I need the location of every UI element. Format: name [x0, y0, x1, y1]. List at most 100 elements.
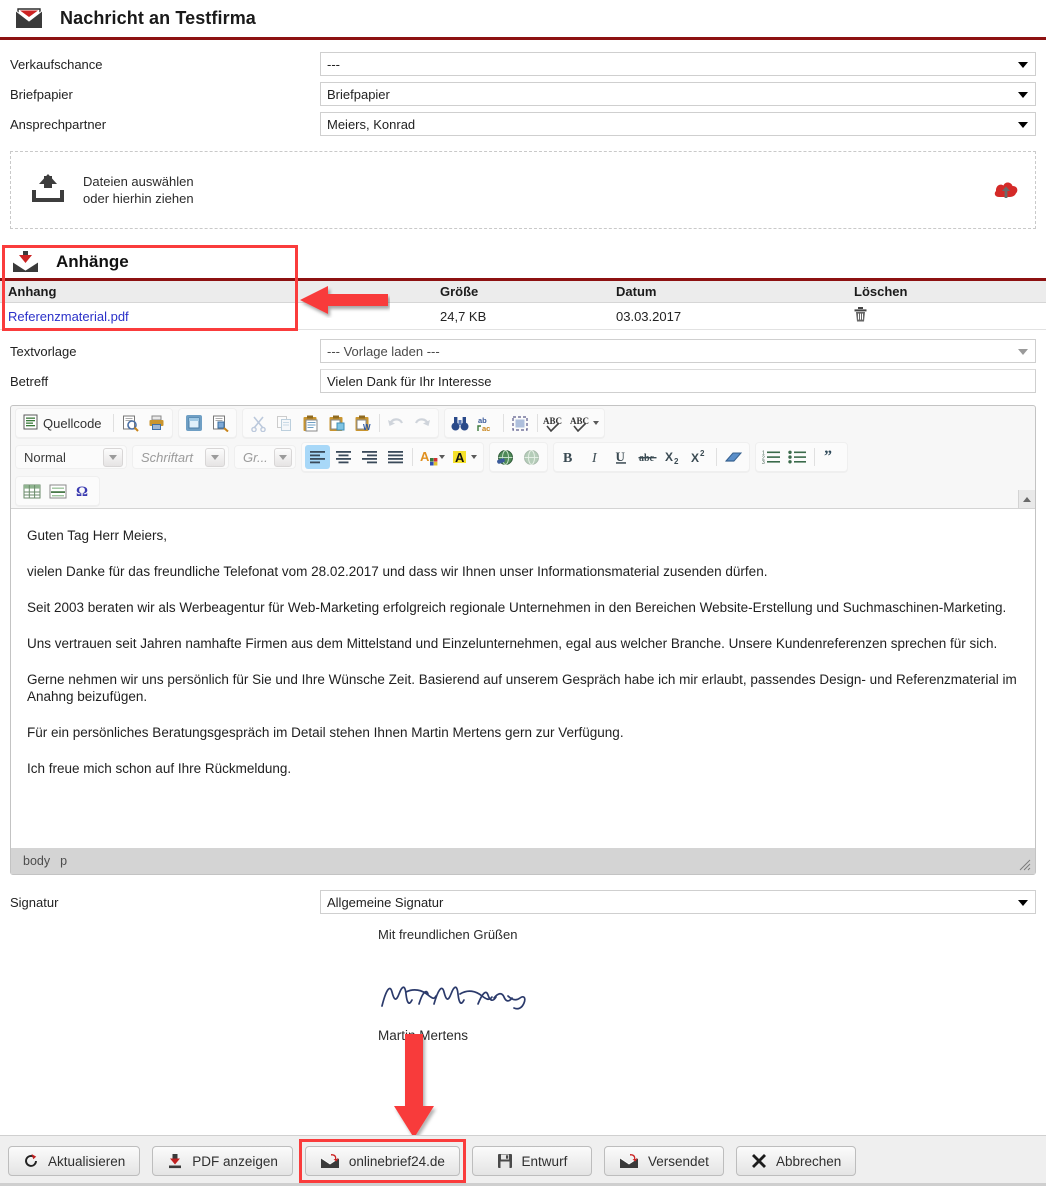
- subject-input[interactable]: Vielen Dank für Ihr Interesse: [320, 369, 1036, 393]
- toolbar-divider: [112, 414, 114, 432]
- select-briefpapier[interactable]: Briefpapier: [320, 82, 1036, 106]
- signature-section: Signatur Allgemeine Signatur Mit freundl…: [0, 887, 1046, 1043]
- cancel-button[interactable]: Abbrechen: [735, 1146, 857, 1176]
- underline-button[interactable]: U: [609, 445, 634, 469]
- svg-text:2: 2: [674, 457, 679, 465]
- sent-button[interactable]: Versendet: [603, 1146, 724, 1176]
- special-character-button[interactable]: Ω: [71, 479, 96, 503]
- horizontal-rule-button[interactable]: [45, 479, 70, 503]
- editor-toolbar-row-1: Quellcode W ab ac ABC ABC: [11, 406, 1035, 440]
- attachment-name-cell: Referenzmaterial.pdf: [0, 302, 432, 330]
- show-pdf-button[interactable]: PDF anzeigen: [152, 1146, 293, 1176]
- bulleted-list-button[interactable]: [785, 445, 810, 469]
- doc-properties-icon: [212, 415, 229, 432]
- underline-icon: U: [614, 449, 629, 465]
- draft-button[interactable]: Entwurf: [471, 1146, 592, 1176]
- source-button-label: Quellcode: [43, 415, 102, 431]
- unlink-button[interactable]: [519, 445, 544, 469]
- cut-button[interactable]: [246, 411, 271, 435]
- select-all-button[interactable]: [508, 411, 533, 435]
- subscript-button[interactable]: X2: [661, 445, 686, 469]
- redo-button[interactable]: [410, 411, 435, 435]
- editor-scroll-up-button[interactable]: [1018, 490, 1035, 508]
- svg-text:X: X: [691, 451, 699, 465]
- font-size-select[interactable]: Gr...: [234, 445, 296, 469]
- paste-word-button[interactable]: W: [350, 411, 375, 435]
- replace-button[interactable]: ab ac: [474, 411, 499, 435]
- select-all-icon: [511, 415, 529, 432]
- select-ansprechpartner[interactable]: Meiers, Konrad: [320, 112, 1036, 136]
- open-envelope-icon: [14, 7, 44, 31]
- font-family-select[interactable]: Schriftart: [132, 445, 229, 469]
- label-textvorlage: Textvorlage: [10, 343, 77, 359]
- bold-icon: B: [562, 449, 577, 466]
- source-button[interactable]: Quellcode: [19, 411, 109, 435]
- editor-toolbar-row-3: Ω: [11, 474, 1035, 508]
- strikethrough-icon: abc: [638, 449, 657, 465]
- refresh-arrow-icon: [23, 1153, 39, 1169]
- align-center-button[interactable]: [331, 445, 356, 469]
- editor-element-path: body p: [11, 848, 1035, 874]
- paste-button[interactable]: [298, 411, 323, 435]
- form-row-signatur: Signatur Allgemeine Signatur: [0, 887, 1046, 917]
- align-right-button[interactable]: [357, 445, 382, 469]
- source-code-icon: [23, 414, 38, 433]
- align-justify-button[interactable]: [383, 445, 408, 469]
- table-row: Referenzmaterial.pdf 24,7 KB 03.03.2017: [0, 302, 1046, 330]
- find-button[interactable]: [448, 411, 473, 435]
- superscript-button[interactable]: X2: [687, 445, 712, 469]
- select-verkaufschance[interactable]: ---: [320, 52, 1036, 76]
- align-left-button[interactable]: [305, 445, 330, 469]
- templates-button[interactable]: [182, 411, 207, 435]
- bulleted-list-icon: [788, 449, 807, 465]
- select-signatur[interactable]: Allgemeine Signatur: [320, 890, 1036, 914]
- copy-button[interactable]: [272, 411, 297, 435]
- insert-link-button[interactable]: [493, 445, 518, 469]
- preview-button[interactable]: [118, 411, 143, 435]
- spellcheck-options-button[interactable]: ABC: [568, 411, 601, 435]
- insert-table-button[interactable]: [19, 479, 44, 503]
- bold-button[interactable]: B: [557, 445, 582, 469]
- blockquote-button[interactable]: ”: [819, 445, 844, 469]
- editor-content-area[interactable]: Guten Tag Herr Meiers, vielen Danke für …: [11, 508, 1035, 848]
- paste-text-button[interactable]: [324, 411, 349, 435]
- cloud-upload-icon[interactable]: [993, 179, 1019, 201]
- attachment-size-cell: 24,7 KB: [432, 302, 608, 330]
- undo-button[interactable]: [384, 411, 409, 435]
- toolbar-group-align-color: A A: [301, 442, 484, 472]
- upload-tray-icon: [31, 174, 65, 206]
- text-color-button[interactable]: A: [417, 445, 448, 469]
- background-color-button[interactable]: A: [449, 445, 480, 469]
- align-right-icon: [361, 450, 378, 464]
- redo-arrow-icon: [413, 415, 431, 431]
- file-dropzone[interactable]: Dateien auswählen oder hierhin ziehen: [10, 151, 1036, 229]
- svg-text:A: A: [455, 450, 465, 465]
- print-button[interactable]: [144, 411, 169, 435]
- binoculars-icon: [451, 415, 469, 432]
- spellcheck-button[interactable]: ABC: [542, 411, 567, 435]
- onlinebrief24-button[interactable]: onlinebrief24.de: [304, 1146, 460, 1176]
- trash-icon[interactable]: [854, 307, 867, 322]
- element-path-p[interactable]: p: [60, 854, 67, 868]
- attachment-delete-cell: [846, 302, 1046, 330]
- body-paragraph: Gerne nehmen wir uns persönlich für Sie …: [27, 672, 1017, 704]
- select-textvorlage[interactable]: --- Vorlage laden ---: [320, 339, 1036, 363]
- remove-format-button[interactable]: [721, 445, 746, 469]
- element-path-body[interactable]: body: [23, 854, 50, 868]
- numbered-list-button[interactable]: 123: [759, 445, 784, 469]
- x-close-icon: [751, 1153, 767, 1169]
- resize-grip-icon[interactable]: [1019, 859, 1031, 871]
- label-betreff: Betreff: [10, 373, 49, 389]
- toolbar-group-basic-styles: B I U abc X2 X 2: [553, 442, 750, 472]
- strikethrough-button[interactable]: abc: [635, 445, 660, 469]
- scissors-icon: [250, 415, 267, 432]
- refresh-button[interactable]: Aktualisieren: [8, 1146, 141, 1176]
- spellcheck-abc-dropdown-icon: ABC: [570, 415, 592, 432]
- paragraph-format-select[interactable]: Normal: [15, 445, 127, 469]
- attachment-file-link[interactable]: Referenzmaterial.pdf: [8, 309, 129, 324]
- svg-text:I: I: [591, 451, 598, 465]
- document-properties-button[interactable]: [208, 411, 233, 435]
- superscript-icon: X2: [691, 449, 709, 465]
- chevron-down-icon: [1018, 92, 1028, 98]
- italic-button[interactable]: I: [583, 445, 608, 469]
